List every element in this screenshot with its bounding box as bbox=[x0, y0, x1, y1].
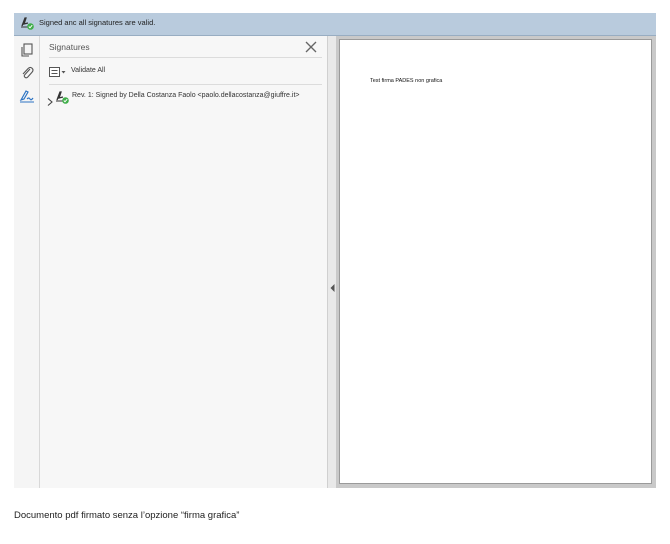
signature-pen-icon[interactable] bbox=[19, 88, 35, 104]
signatures-panel: Signatures Validate All Rev. 1: Signed b… bbox=[40, 36, 327, 488]
acrobat-window: Signed anc all signatures are valid. Sig… bbox=[14, 13, 656, 488]
left-tool-rail bbox=[14, 36, 40, 488]
validate-all-button[interactable]: Validate All bbox=[49, 65, 209, 81]
panel-divider bbox=[49, 84, 322, 85]
document-text: Test firma PADES non grafica bbox=[370, 78, 443, 84]
attachments-icon[interactable] bbox=[19, 65, 35, 81]
signature-status-text: Signed anc all signatures are valid. bbox=[39, 18, 156, 27]
panel-title: Signatures bbox=[49, 42, 90, 52]
caption: Documento pdf firmato senza l’opzione “f… bbox=[14, 510, 240, 521]
validate-all-label: Validate All bbox=[71, 67, 106, 74]
signature-valid-icon[interactable] bbox=[20, 16, 34, 30]
document-viewer: Test firma PADES non grafica bbox=[336, 36, 656, 488]
signature-valid-icon bbox=[55, 90, 69, 104]
signature-status-bar: Signed anc all signatures are valid. bbox=[14, 13, 656, 36]
collapse-arrow-icon[interactable] bbox=[330, 279, 335, 292]
chevron-right-icon[interactable] bbox=[47, 93, 53, 106]
options-dropdown-icon[interactable] bbox=[49, 66, 67, 79]
panel-divider bbox=[49, 57, 322, 58]
pages-icon[interactable] bbox=[19, 42, 35, 58]
list-item[interactable]: Rev. 1: Signed by Della Costanza Faolo <… bbox=[45, 89, 325, 106]
pdf-page: Test firma PADES non grafica bbox=[339, 39, 652, 484]
close-icon[interactable] bbox=[305, 40, 317, 53]
revision-label: Rev. 1: Signed by Della Costanza Faolo <… bbox=[72, 92, 300, 99]
